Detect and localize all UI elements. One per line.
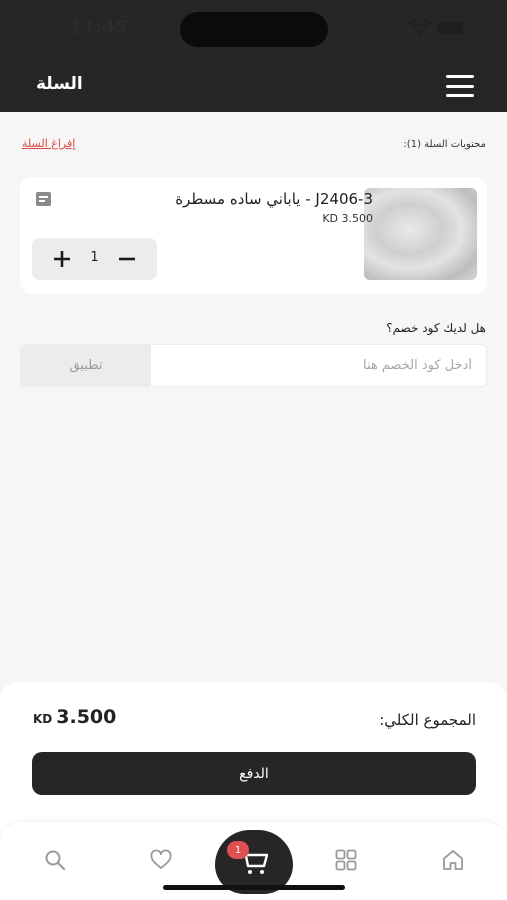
page-title: السلة <box>36 74 83 94</box>
product-name[interactable]: ياباني ساده مسطرة - J2406-3 <box>175 190 373 208</box>
quantity-value: 1 <box>90 250 99 265</box>
total-amount: 3.500 <box>56 706 117 728</box>
product-price: KD 3.500 <box>322 212 373 225</box>
hamburger-line <box>446 94 474 97</box>
dynamic-island <box>180 12 328 47</box>
product-image[interactable] <box>364 188 477 280</box>
search-icon <box>45 850 66 871</box>
status-time: 11:45 <box>70 17 128 38</box>
empty-cart-link[interactable]: إفراغ السلة <box>22 137 75 150</box>
hamburger-menu-button[interactable] <box>446 75 474 97</box>
cart-contents-label: محتويات السلة (1): <box>403 139 486 150</box>
home-icon <box>443 850 463 870</box>
decrease-quantity-button[interactable] <box>107 238 147 280</box>
hamburger-line <box>446 75 474 78</box>
note-icon[interactable] <box>36 192 51 206</box>
discount-question: هل لديك كود خصم؟ <box>386 321 486 335</box>
total-label: المجموع الكلي: <box>379 711 476 729</box>
total-currency: KD <box>33 712 53 726</box>
minus-icon <box>119 257 135 261</box>
increase-quantity-button[interactable] <box>42 238 82 280</box>
quantity-stepper: 1 <box>32 238 157 280</box>
status-icons <box>409 20 463 36</box>
pay-button[interactable]: الدفع <box>32 752 476 795</box>
total-value: KD 3.500 <box>33 706 116 728</box>
plus-icon <box>54 251 70 267</box>
nav-categories[interactable] <box>331 846 361 874</box>
nav-search[interactable] <box>40 846 70 874</box>
heart-icon <box>150 849 172 869</box>
wifi-icon <box>409 20 431 35</box>
cart-count-badge: 1 <box>227 841 249 859</box>
home-indicator <box>163 885 345 890</box>
hamburger-line <box>446 84 474 88</box>
nav-favorites[interactable] <box>146 846 176 874</box>
battery-icon <box>437 22 463 34</box>
discount-code-input[interactable] <box>151 345 486 386</box>
nav-home[interactable] <box>438 846 468 874</box>
apply-discount-button[interactable]: تطبيق <box>21 345 151 386</box>
grid-icon <box>335 849 357 871</box>
discount-box: تطبيق <box>20 344 487 387</box>
